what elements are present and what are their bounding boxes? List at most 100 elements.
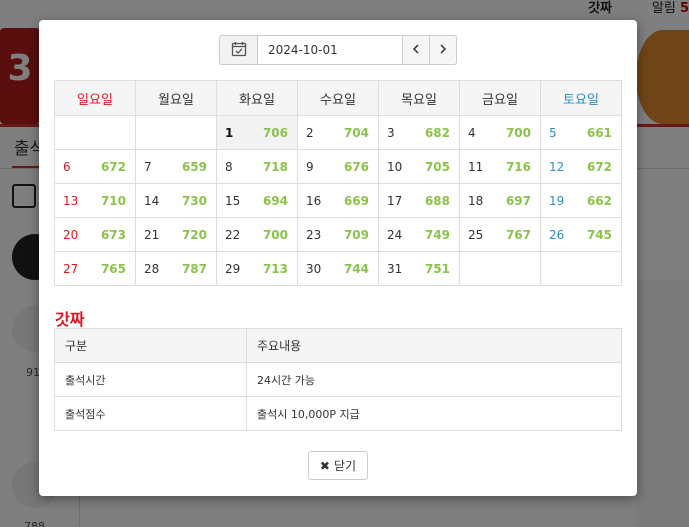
calendar-day-cell[interactable]: 7 659	[135, 149, 217, 184]
calendar-day-cell[interactable]: 30 744	[297, 251, 379, 286]
weekday-header: 금요일	[459, 80, 541, 116]
calendar-day-cell[interactable]: 1 706	[216, 115, 298, 150]
calendar-day-cell[interactable]: 6 672	[54, 149, 136, 184]
day-number: 7	[144, 160, 152, 174]
attendance-count: 672	[100, 160, 126, 174]
calendar-day-cell[interactable]: 11 716	[459, 149, 541, 184]
day-number: 19	[549, 194, 565, 208]
attendance-count: 730	[181, 194, 207, 208]
calendar-week-row: 27 765 28 787 29 713 30 744 31 751	[54, 251, 622, 286]
day-number: 29	[225, 262, 241, 276]
next-month-button[interactable]	[430, 35, 457, 65]
day-number: 13	[63, 194, 79, 208]
calendar-day-cell[interactable]: 26 745	[540, 217, 622, 252]
calendar-day-cell[interactable]: 9 676	[297, 149, 379, 184]
attendance-count: 694	[262, 194, 288, 208]
chevron-left-icon	[412, 43, 420, 57]
calendar-body: 1 706 2 704 3 682 4 700 5 661 6 672 7 659 8 718 9 676 10 70…	[54, 115, 622, 286]
day-number: 18	[468, 194, 484, 208]
close-button-label: 닫기	[333, 459, 357, 473]
attendance-count: 765	[100, 262, 126, 276]
info-cell-category: 출석점수	[54, 396, 247, 431]
attendance-count: 751	[424, 262, 450, 276]
weekday-header: 수요일	[297, 80, 379, 116]
date-input[interactable]: 2024-10-01	[257, 35, 403, 65]
calendar-button[interactable]	[219, 35, 257, 65]
day-number: 8	[225, 160, 233, 174]
day-number: 24	[387, 228, 403, 242]
calendar-week-row: 1 706 2 704 3 682 4 700 5 661	[54, 115, 622, 150]
table-row: 출석점수 출석시 10,000P 지급	[54, 396, 622, 431]
attendance-count: 706	[262, 126, 288, 140]
day-number: 23	[306, 228, 322, 242]
calendar-day-cell[interactable]: 16 669	[297, 183, 379, 218]
attendance-count: 673	[100, 228, 126, 242]
chevron-right-icon	[439, 43, 447, 57]
day-number: 25	[468, 228, 484, 242]
calendar-day-cell[interactable]: 4 700	[459, 115, 541, 150]
calendar-day-cell[interactable]: 5 661	[540, 115, 622, 150]
day-number: 1	[225, 126, 234, 140]
close-button[interactable]: ✖ 닫기	[308, 451, 368, 480]
calendar-day-cell[interactable]: 23 709	[297, 217, 379, 252]
info-header-category: 구분	[54, 328, 247, 363]
table-row: 출석시간 24시간 가능	[54, 362, 622, 397]
day-number: 28	[144, 262, 160, 276]
attendance-count: 669	[343, 194, 369, 208]
info-cell-category: 출석시간	[54, 362, 247, 397]
attendance-count: 745	[586, 228, 612, 242]
calendar-day-cell[interactable]: 20 673	[54, 217, 136, 252]
calendar-day-cell[interactable]: 21 720	[135, 217, 217, 252]
calendar-day-cell[interactable]: 24 749	[378, 217, 460, 252]
weekday-header: 일요일	[54, 80, 136, 116]
weekday-header: 화요일	[216, 80, 298, 116]
calendar-day-cell[interactable]: 18 697	[459, 183, 541, 218]
day-number: 15	[225, 194, 241, 208]
info-header-row: 구분 주요내용	[54, 328, 622, 363]
info-cell-content: 24시간 가능	[246, 362, 622, 397]
calendar-day-cell[interactable]: 14 730	[135, 183, 217, 218]
prev-month-button[interactable]	[403, 35, 430, 65]
calendar-day-cell[interactable]: 3 682	[378, 115, 460, 150]
calendar-day-cell[interactable]: 25 767	[459, 217, 541, 252]
calendar-empty-cell	[54, 115, 136, 150]
day-number: 10	[387, 160, 403, 174]
calendar-day-cell[interactable]: 8 718	[216, 149, 298, 184]
calendar-day-cell[interactable]: 27 765	[54, 251, 136, 286]
calendar-day-cell[interactable]: 13 710	[54, 183, 136, 218]
calendar-week-row: 13 710 14 730 15 694 16 669 17 688 18 697 19 662	[54, 183, 622, 218]
date-picker: 2024-10-01	[219, 35, 457, 65]
attendance-count: 704	[343, 126, 369, 140]
calendar-day-cell[interactable]: 15 694	[216, 183, 298, 218]
day-number: 27	[63, 262, 79, 276]
day-number: 30	[306, 262, 322, 276]
day-number: 16	[306, 194, 322, 208]
attendance-count: 697	[505, 194, 531, 208]
attendance-count: 744	[343, 262, 369, 276]
calendar-empty-cell	[459, 251, 541, 286]
day-number: 3	[387, 126, 395, 140]
attendance-count: 710	[100, 194, 126, 208]
attendance-count: 749	[424, 228, 450, 242]
calendar-day-cell[interactable]: 17 688	[378, 183, 460, 218]
calendar-day-cell[interactable]: 19 662	[540, 183, 622, 218]
attendance-calendar: 일요일 월요일 화요일 수요일 목요일 금요일 토요일 1 706 2 704 3 682 4 700 5 6…	[54, 80, 622, 286]
weekday-header: 목요일	[378, 80, 460, 116]
attendance-count: 767	[505, 228, 531, 242]
calendar-day-cell[interactable]: 12 672	[540, 149, 622, 184]
attendance-count: 713	[262, 262, 288, 276]
calendar-day-cell[interactable]: 2 704	[297, 115, 379, 150]
attendance-count: 716	[505, 160, 531, 174]
calendar-week-row: 20 673 21 720 22 700 23 709 24 749 25 767 26 745	[54, 217, 622, 252]
calendar-empty-cell	[540, 251, 622, 286]
attendance-count: 720	[181, 228, 207, 242]
calendar-day-cell[interactable]: 31 751	[378, 251, 460, 286]
day-number: 12	[549, 160, 565, 174]
calendar-day-cell[interactable]: 22 700	[216, 217, 298, 252]
weekday-header: 토요일	[540, 80, 622, 116]
calendar-day-cell[interactable]: 10 705	[378, 149, 460, 184]
calendar-day-cell[interactable]: 29 713	[216, 251, 298, 286]
section-title: 갓짜	[55, 310, 85, 329]
attendance-count: 688	[424, 194, 450, 208]
calendar-day-cell[interactable]: 28 787	[135, 251, 217, 286]
